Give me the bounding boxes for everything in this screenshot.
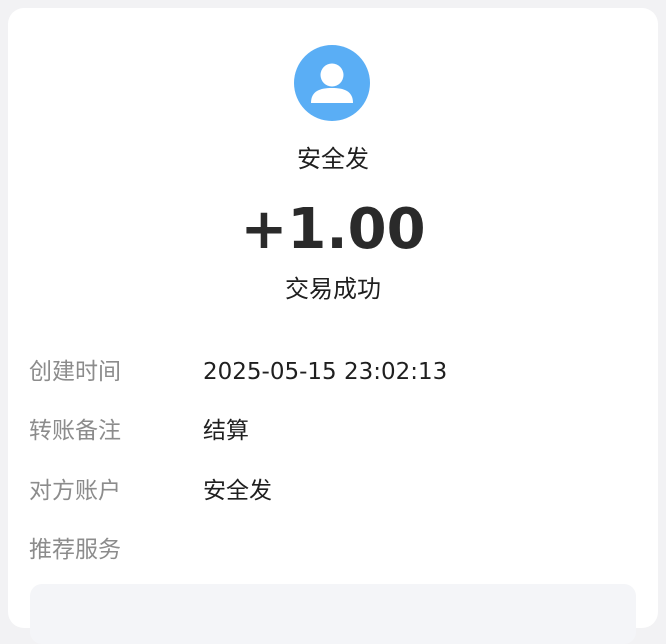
detail-value[interactable]: 安全发 [203,474,272,508]
detail-row-recommended-services: 推荐服务 [8,533,658,567]
detail-label: 创建时间 [29,359,121,385]
detail-row-counterparty-account[interactable]: 对方账户 安全发 [8,474,658,508]
payee-name: 安全发 [297,145,369,173]
detail-label: 对方账户 [29,478,121,504]
detail-row-created-time: 创建时间 2025-05-15 23:02:13 [8,355,658,389]
user-silhouette-icon [311,63,353,103]
recommended-services-panel[interactable] [30,584,636,644]
transaction-amount: +1.00 [240,197,426,262]
detail-label: 推荐服务 [29,537,121,563]
detail-row-remark: 转账备注 结算 [8,414,658,448]
transaction-detail-card: 安全发 +1.00 交易成功 创建时间 2025-05-15 23:02:13 … [8,8,658,644]
transaction-status: 交易成功 [285,275,381,303]
detail-value: 结算 [203,418,249,444]
detail-value: 2025-05-15 23:02:13 [203,359,448,385]
avatar [294,45,370,121]
detail-label: 转账备注 [29,418,121,444]
